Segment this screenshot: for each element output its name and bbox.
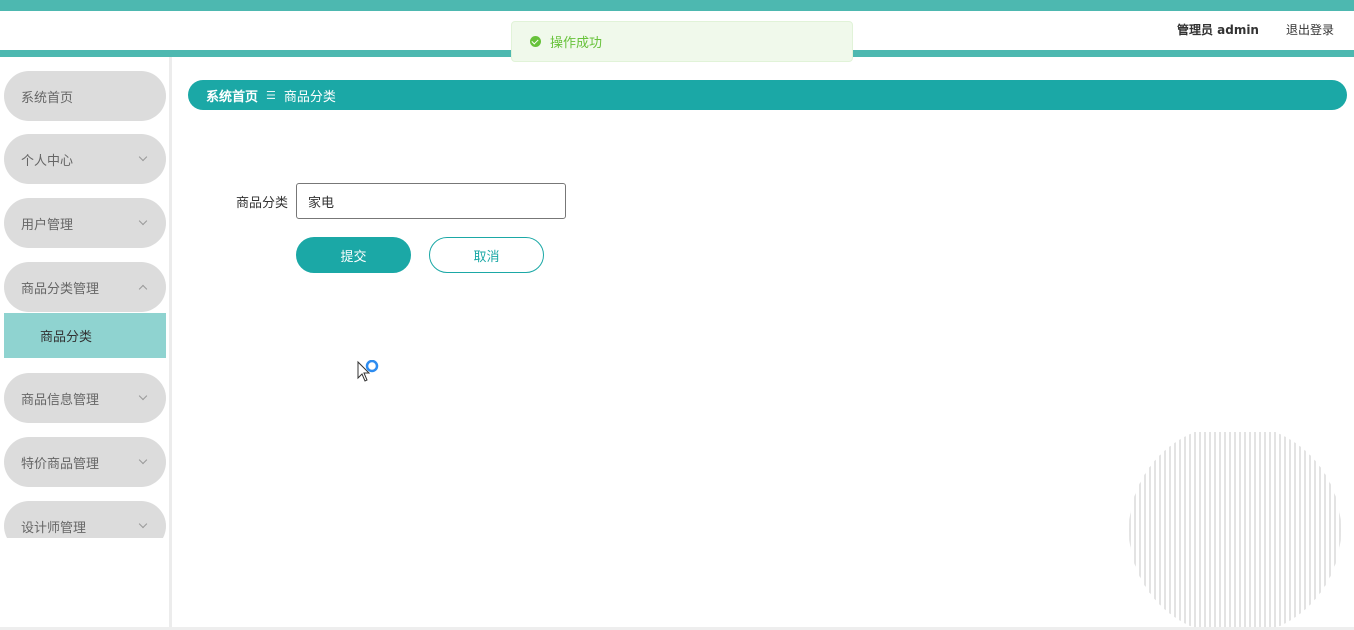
breadcrumb-current: 商品分类 [283,89,336,105]
sidebar-item-home[interactable]: 系统首页 [4,71,166,121]
chevron-down-icon [138,519,148,529]
toast-message: 操作成功 [550,36,603,51]
sidebar-item-label: 设计师管理 [21,520,87,536]
sidebar-subitem-label: 商品分类 [40,330,93,345]
sidebar-item-product-info-management[interactable]: 商品信息管理 [4,373,166,423]
sidebar-menu: 系统首页 个人中心 用户管理 商品分类管理 商品分类 商品信息管理 特价商品管理… [0,57,170,538]
category-input[interactable] [296,183,566,219]
breadcrumb: 系统首页 ☰ 商品分类 [188,80,1347,110]
success-check-icon [530,36,541,47]
admin-label: 管理员 admin [1176,23,1259,37]
sidebar-item-label: 商品分类管理 [21,281,100,297]
sidebar-item-label: 商品信息管理 [21,392,100,408]
decorative-striped-circle [1129,432,1341,630]
mouse-cursor-icon [357,360,379,382]
top-accent-stripe [0,0,1354,11]
sidebar: 系统首页 个人中心 用户管理 商品分类管理 商品分类 商品信息管理 特价商品管理… [0,57,172,630]
chevron-down-icon [138,152,148,162]
success-toast: 操作成功 [511,21,853,62]
sidebar-item-label: 系统首页 [21,90,74,106]
sidebar-item-personal-center[interactable]: 个人中心 [4,134,166,184]
chevron-down-icon [138,455,148,465]
chevron-down-icon [138,391,148,401]
sidebar-item-label: 用户管理 [21,217,74,233]
sidebar-item-designer-management[interactable]: 设计师管理 [4,501,166,538]
breadcrumb-separator-icon: ☰ [266,88,276,102]
chevron-up-icon [138,284,148,294]
sidebar-item-label: 特价商品管理 [21,456,100,472]
logout-link[interactable]: 退出登录 [1286,21,1334,38]
sidebar-item-special-product-management[interactable]: 特价商品管理 [4,437,166,487]
breadcrumb-home[interactable]: 系统首页 [206,86,258,105]
category-field-label: 商品分类 [236,196,289,211]
sidebar-item-label: 个人中心 [21,153,74,169]
header-user-area: 管理员 admin 退出登录 [1177,21,1334,38]
sidebar-item-category-management[interactable]: 商品分类管理 [4,262,166,312]
chevron-down-icon [138,216,148,226]
sidebar-subitem-category[interactable]: 商品分类 [4,313,166,358]
cancel-button[interactable]: 取消 [429,237,544,273]
sidebar-item-user-management[interactable]: 用户管理 [4,198,166,248]
submit-button[interactable]: 提交 [296,237,411,273]
